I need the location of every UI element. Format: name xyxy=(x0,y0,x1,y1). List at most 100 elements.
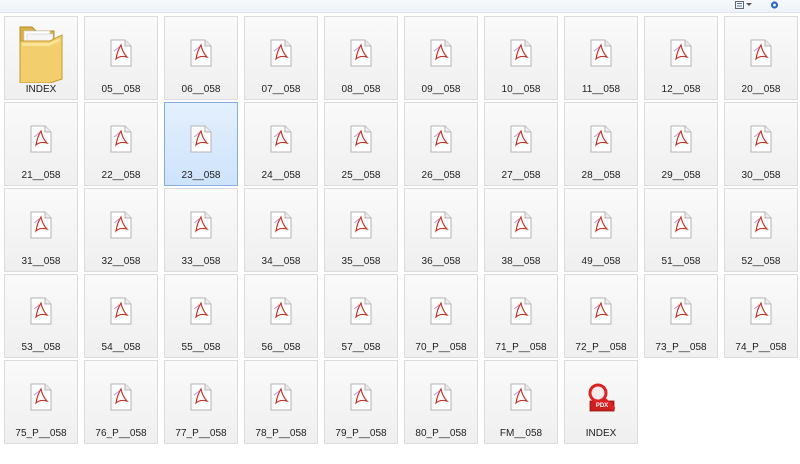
pdf-file-icon xyxy=(670,211,692,239)
file-name-label: 34__058 xyxy=(261,256,301,267)
pdf-file-icon xyxy=(430,383,452,411)
file-item[interactable]: FM__058 xyxy=(484,360,558,444)
file-item[interactable]: INDEX xyxy=(4,16,78,100)
file-item[interactable]: 56__058 xyxy=(244,274,318,358)
file-item[interactable]: 75_P__058 xyxy=(4,360,78,444)
pdf-file-icon xyxy=(590,39,612,67)
file-item[interactable]: 30__058 xyxy=(724,102,798,186)
file-name-label: 27__058 xyxy=(501,170,541,181)
file-name-label: 54__058 xyxy=(101,342,141,353)
file-item[interactable]: 70_P__058 xyxy=(404,274,478,358)
file-item[interactable]: 26__058 xyxy=(404,102,478,186)
file-explorer-window: INDEX 05__058 06__058 07__058 08__058 09__058… xyxy=(0,0,800,464)
file-item[interactable]: 10__058 xyxy=(484,16,558,100)
pdf-file-icon xyxy=(110,125,132,153)
pdf-file-icon xyxy=(270,297,292,325)
file-item[interactable]: 79_P__058 xyxy=(324,360,398,444)
file-item[interactable]: 57__058 xyxy=(324,274,398,358)
file-name-label: 72_P__058 xyxy=(575,342,627,353)
pdf-file-icon xyxy=(670,125,692,153)
file-item[interactable]: 12__058 xyxy=(644,16,718,100)
help-button[interactable] xyxy=(770,0,784,9)
file-name-label: 38__058 xyxy=(501,256,541,267)
file-item[interactable]: 09__058 xyxy=(404,16,478,100)
file-item[interactable]: 22__058 xyxy=(84,102,158,186)
file-item[interactable]: 06__058 xyxy=(164,16,238,100)
pdf-file-icon xyxy=(590,297,612,325)
file-name-label: 56__058 xyxy=(261,342,301,353)
file-item[interactable]: 33__058 xyxy=(164,188,238,272)
file-name-label: 26__058 xyxy=(421,170,461,181)
file-item[interactable]: 76_P__058 xyxy=(84,360,158,444)
pdf-file-icon xyxy=(430,211,452,239)
pdf-file-icon xyxy=(750,297,772,325)
file-item[interactable]: 80_P__058 xyxy=(404,360,478,444)
file-item[interactable]: PDX INDEX xyxy=(564,360,638,444)
file-name-label: 35__058 xyxy=(341,256,381,267)
file-grid: INDEX 05__058 06__058 07__058 08__058 09__058… xyxy=(0,0,800,464)
file-name-label: 75_P__058 xyxy=(15,428,67,439)
file-item[interactable]: 31__058 xyxy=(4,188,78,272)
file-item[interactable]: 08__058 xyxy=(324,16,398,100)
file-item[interactable]: 49__058 xyxy=(564,188,638,272)
folder-icon xyxy=(14,21,68,83)
file-item[interactable]: 11__058 xyxy=(564,16,638,100)
chevron-down-icon xyxy=(746,3,752,6)
pdf-file-icon xyxy=(30,211,52,239)
pdf-file-icon xyxy=(750,39,772,67)
file-item[interactable]: 55__058 xyxy=(164,274,238,358)
file-item[interactable]: 29__058 xyxy=(644,102,718,186)
file-name-label: 55__058 xyxy=(181,342,221,353)
file-item[interactable]: 72_P__058 xyxy=(564,274,638,358)
file-item[interactable]: 77_P__058 xyxy=(164,360,238,444)
file-item[interactable]: 28__058 xyxy=(564,102,638,186)
file-item[interactable]: 35__058 xyxy=(324,188,398,272)
file-name-label: 11__058 xyxy=(581,84,621,95)
pdf-file-icon xyxy=(190,39,212,67)
file-item[interactable]: 38__058 xyxy=(484,188,558,272)
file-item[interactable]: 73_P__058 xyxy=(644,274,718,358)
pdf-file-icon xyxy=(750,125,772,153)
file-name-label: 51__058 xyxy=(661,256,701,267)
pdf-file-icon xyxy=(430,297,452,325)
file-item[interactable]: 78_P__058 xyxy=(244,360,318,444)
file-item[interactable]: 23__058 xyxy=(164,102,238,186)
pdf-file-icon xyxy=(110,297,132,325)
pdf-file-icon xyxy=(270,211,292,239)
file-item[interactable]: 32__058 xyxy=(84,188,158,272)
file-item[interactable]: 20__058 xyxy=(724,16,798,100)
file-name-label: 07__058 xyxy=(261,84,301,95)
file-item[interactable]: 74_P__058 xyxy=(724,274,798,358)
file-item[interactable]: 52__058 xyxy=(724,188,798,272)
file-item[interactable]: 27__058 xyxy=(484,102,558,186)
file-name-label: 23__058 xyxy=(181,170,221,181)
file-item[interactable]: 54__058 xyxy=(84,274,158,358)
file-item[interactable]: 34__058 xyxy=(244,188,318,272)
file-item[interactable]: 36__058 xyxy=(404,188,478,272)
file-item[interactable]: 71_P__058 xyxy=(484,274,558,358)
file-name-label: 57__058 xyxy=(341,342,381,353)
pdf-file-icon xyxy=(110,39,132,67)
pdf-file-icon xyxy=(110,383,132,411)
pdf-file-icon xyxy=(270,125,292,153)
pdf-file-icon xyxy=(270,383,292,411)
file-item[interactable]: 05__058 xyxy=(84,16,158,100)
file-item[interactable]: 53__058 xyxy=(4,274,78,358)
file-name-label: 52__058 xyxy=(741,256,781,267)
pdf-file-icon xyxy=(590,211,612,239)
help-icon xyxy=(770,0,779,9)
file-item[interactable]: 24__058 xyxy=(244,102,318,186)
pdf-file-icon xyxy=(510,125,532,153)
pdf-file-icon xyxy=(670,297,692,325)
file-name-label: 70_P__058 xyxy=(415,342,467,353)
file-name-label: 71_P__058 xyxy=(495,342,547,353)
file-item[interactable]: 25__058 xyxy=(324,102,398,186)
file-item[interactable]: 51__058 xyxy=(644,188,718,272)
pdf-file-icon xyxy=(510,39,532,67)
file-name-label: 29__058 xyxy=(661,170,701,181)
file-name-label: 78_P__058 xyxy=(255,428,307,439)
file-item[interactable]: 21__058 xyxy=(4,102,78,186)
file-item[interactable]: 07__058 xyxy=(244,16,318,100)
views-button[interactable] xyxy=(735,0,753,9)
file-name-label: 24__058 xyxy=(261,170,301,181)
